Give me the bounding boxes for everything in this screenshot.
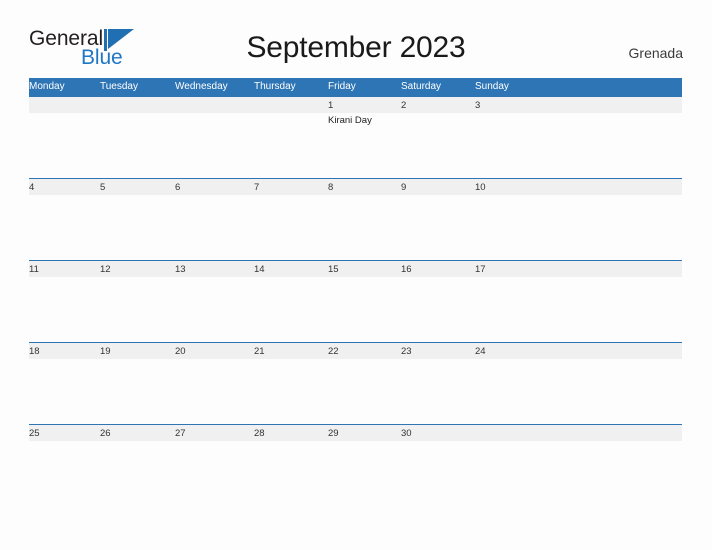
day-number: 13: [175, 264, 186, 275]
day-number: 19: [100, 346, 111, 357]
calendar-week-row: 11 12 13 14 15 16 17: [29, 260, 682, 342]
day-number: 22: [328, 346, 339, 357]
calendar-week-row: 18 19 20 21 22 23 24: [29, 342, 682, 424]
day-cell-22[interactable]: 22: [328, 343, 401, 424]
day-cell-19[interactable]: 19: [100, 343, 175, 424]
day-number: 7: [254, 182, 260, 193]
day-cell-12[interactable]: 12: [100, 261, 175, 342]
weekday-header-sunday: Sunday: [475, 81, 509, 92]
day-cell-26[interactable]: 26: [100, 425, 175, 506]
day-cell-9[interactable]: 9: [401, 179, 475, 260]
day-cell-1[interactable]: 1 Kirani Day: [328, 97, 401, 178]
day-number: 6: [175, 182, 181, 193]
day-cell-20[interactable]: 20: [175, 343, 254, 424]
weekday-header-thursday: Thursday: [254, 81, 296, 92]
day-number: 5: [100, 182, 106, 193]
weekday-header-monday: Monday: [29, 81, 65, 92]
day-cell-30[interactable]: 30: [401, 425, 475, 506]
day-number: 21: [254, 346, 265, 357]
weekday-header-saturday: Saturday: [401, 81, 442, 92]
day-cell-empty: [254, 97, 328, 178]
day-cell-11[interactable]: 11: [29, 261, 100, 342]
day-number: 27: [175, 428, 186, 439]
day-cell-21[interactable]: 21: [254, 343, 328, 424]
weekday-header-tuesday: Tuesday: [100, 81, 138, 92]
day-number: 3: [475, 100, 481, 111]
page-title: September 2023: [246, 31, 466, 64]
calendar-weeks: 1 Kirani Day 2 3 4 5 6 7 8 9 10 11 12 13 14 15 16 17 18 19 2…: [29, 96, 682, 505]
day-number: 20: [175, 346, 186, 357]
calendar-grid: Monday Tuesday Wednesday Thursday Friday Satu…: [29, 78, 682, 505]
day-number: 28: [254, 428, 265, 439]
day-number: 11: [29, 264, 39, 275]
day-cell-empty: [175, 97, 254, 178]
day-cell-6[interactable]: 6: [175, 179, 254, 260]
calendar-week-row: 25 26 27 28 29 30: [29, 424, 682, 505]
day-cell-5[interactable]: 5: [100, 179, 175, 260]
day-number: 26: [100, 428, 111, 439]
day-cell-10[interactable]: 10: [475, 179, 553, 260]
weekday-header-friday: Friday: [328, 81, 356, 92]
day-number: 18: [29, 346, 40, 357]
day-cell-empty: [29, 97, 100, 178]
day-number: 2: [401, 100, 407, 111]
day-number: 1: [328, 100, 334, 111]
day-cell-27[interactable]: 27: [175, 425, 254, 506]
day-cell-empty: [100, 97, 175, 178]
day-number: 30: [401, 428, 412, 439]
day-cell-empty: [475, 425, 553, 506]
day-number: 14: [254, 264, 265, 275]
day-cell-25[interactable]: 25: [29, 425, 100, 506]
weekday-header-row: Monday Tuesday Wednesday Thursday Friday Satu…: [29, 78, 682, 96]
day-cell-4[interactable]: 4: [29, 179, 100, 260]
day-cell-14[interactable]: 14: [254, 261, 328, 342]
country-label: Grenada: [628, 45, 683, 61]
day-number: 24: [475, 346, 486, 357]
calendar-event[interactable]: Kirani Day: [328, 114, 401, 127]
day-number: 9: [401, 182, 407, 193]
weekday-header-wednesday: Wednesday: [175, 81, 228, 92]
day-cell-23[interactable]: 23: [401, 343, 475, 424]
day-cell-29[interactable]: 29: [328, 425, 401, 506]
day-cell-13[interactable]: 13: [175, 261, 254, 342]
day-number: 17: [475, 264, 486, 275]
day-number: 12: [100, 264, 111, 275]
day-number: 16: [401, 264, 412, 275]
day-number: 23: [401, 346, 412, 357]
day-number: 29: [328, 428, 339, 439]
day-cell-3[interactable]: 3: [475, 97, 553, 178]
day-number: 15: [328, 264, 339, 275]
day-cell-24[interactable]: 24: [475, 343, 553, 424]
day-number: 10: [475, 182, 486, 193]
day-cell-2[interactable]: 2: [401, 97, 475, 178]
day-cell-18[interactable]: 18: [29, 343, 100, 424]
calendar-week-row: 4 5 6 7 8 9 10: [29, 178, 682, 260]
day-cell-16[interactable]: 16: [401, 261, 475, 342]
day-cell-28[interactable]: 28: [254, 425, 328, 506]
day-number: 8: [328, 182, 334, 193]
day-cell-7[interactable]: 7: [254, 179, 328, 260]
calendar-week-row: 1 Kirani Day 2 3: [29, 96, 682, 178]
day-cell-15[interactable]: 15: [328, 261, 401, 342]
day-cell-8[interactable]: 8: [328, 179, 401, 260]
day-events: Kirani Day: [328, 114, 401, 127]
day-cell-17[interactable]: 17: [475, 261, 553, 342]
page-header: General Blue September 2023 Grenada: [0, 0, 712, 78]
day-number: 4: [29, 182, 35, 193]
day-number: 25: [29, 428, 40, 439]
